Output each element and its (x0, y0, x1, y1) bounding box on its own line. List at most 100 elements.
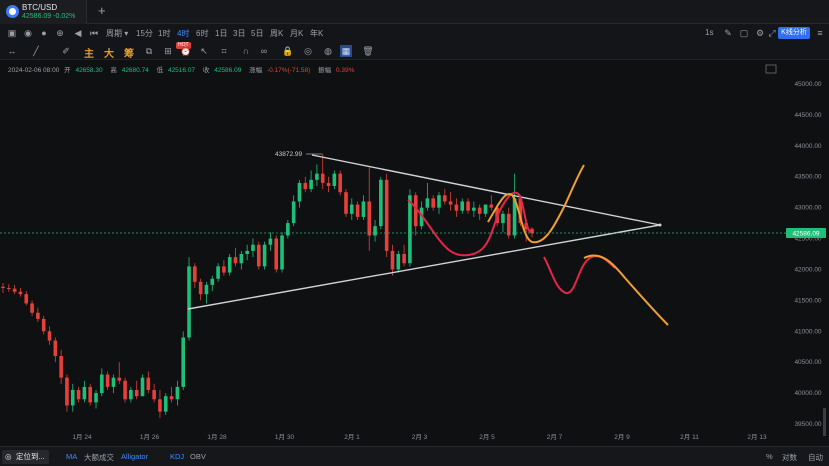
candle (326, 176, 331, 193)
candle (413, 192, 418, 236)
add-tab-button[interactable]: + (98, 3, 106, 18)
percent-toggle[interactable]: % (766, 452, 773, 461)
trash-icon[interactable]: 🗑 (362, 45, 374, 57)
interval-week[interactable]: 周K (270, 28, 283, 39)
x-tick-label: 2月 5 (479, 433, 495, 441)
candle-body (245, 250, 249, 254)
prev-icon[interactable]: ◀ (72, 27, 84, 39)
interval-5d[interactable]: 5日 (251, 28, 263, 39)
plus-circle-icon[interactable]: ⊕ (54, 27, 66, 39)
interval-4h[interactable]: 4时 (177, 28, 189, 39)
indicator-alligator[interactable]: Alligator (121, 452, 148, 461)
candle-body (105, 374, 110, 387)
fullscreen-icon[interactable]: ⤢ (766, 27, 778, 39)
interval-month[interactable]: 月K (290, 28, 303, 39)
candle (443, 189, 447, 205)
candle-body (134, 390, 139, 397)
interval-15m[interactable]: 15分 (136, 28, 153, 39)
log-toggle[interactable]: 对数 (782, 452, 797, 463)
menu-icon[interactable]: ≡ (814, 27, 826, 39)
y-tick-label: 43000.00 (794, 205, 821, 212)
lock-icon[interactable]: 🔒 (282, 45, 294, 57)
candle (448, 192, 453, 211)
coin-logo-icon (6, 5, 19, 18)
candle-body (303, 182, 308, 190)
auto-toggle[interactable]: 自动 (808, 452, 823, 463)
tab-btc-usd[interactable]: BTC/USD 42586.09 -0.02% (0, 0, 87, 24)
edit-icon[interactable]: ✎ (722, 27, 734, 39)
kline-analysis-button[interactable]: K线分析 (778, 27, 810, 39)
candle-body (123, 380, 127, 400)
camera-icon[interactable]: ▢ (738, 27, 750, 39)
brush-icon[interactable]: ✐ (60, 45, 72, 57)
compare-icon[interactable]: ⧉ (143, 45, 155, 57)
locate-button[interactable]: 定位到... (2, 450, 49, 464)
fullscreen-chart-icon (765, 64, 777, 74)
candle (76, 386, 81, 403)
candle-body (47, 331, 52, 341)
indicator-ma[interactable]: MA (66, 452, 77, 461)
candle-body (7, 288, 11, 289)
replay-icon[interactable]: ⏮ (88, 27, 100, 39)
peak-label-group: 43872.99 (275, 151, 322, 158)
eye-icon[interactable]: ◎ (302, 45, 314, 57)
layout-icon[interactable]: ▣ (6, 27, 18, 39)
ruler-icon[interactable]: ⌗ (218, 45, 230, 57)
indicator-icon[interactable]: ⊞ (162, 45, 174, 57)
toolbar-intervals: ▣ ◉ ● ⊕ ◀ ⏮ 周期 ▾ 15分 1时 4时 6时 1日 3日 5日 周… (0, 24, 829, 42)
interval-1h[interactable]: 1时 (158, 28, 170, 39)
candle (100, 368, 104, 397)
candle-body (349, 204, 354, 214)
period-dropdown[interactable]: 周期 ▾ (106, 28, 128, 39)
candle (65, 374, 69, 412)
binoculars-icon[interactable]: ∞ (258, 45, 270, 57)
candle (477, 204, 482, 220)
candle-body (117, 377, 122, 381)
interval-1d[interactable]: 1日 (215, 28, 227, 39)
trend-line-icon[interactable]: ╱ (30, 45, 42, 57)
candle (175, 380, 180, 406)
candle (59, 349, 63, 384)
interval-year[interactable]: 年K (310, 28, 323, 39)
candle (70, 383, 75, 412)
realtime-toggle[interactable]: 1s (705, 28, 713, 37)
y-tick-label: 39500.00 (794, 421, 821, 428)
candle (512, 173, 517, 239)
candle (425, 182, 430, 211)
cursor-icon[interactable]: ↖ (198, 45, 210, 57)
candle (280, 232, 284, 273)
candle (227, 254, 232, 276)
large-order-button[interactable]: 大 (104, 45, 114, 60)
candle (379, 176, 383, 230)
layers-icon[interactable]: ▦ (340, 45, 352, 57)
candle (36, 307, 40, 322)
candle-body (454, 204, 459, 211)
candle-body (65, 377, 69, 406)
candle (198, 278, 203, 301)
visibility-icon[interactable]: ◍ (322, 45, 334, 57)
x-tick-label: 2月 9 (614, 433, 630, 441)
interval-3d[interactable]: 3日 (233, 28, 245, 39)
candle (140, 374, 145, 397)
candle-body (291, 201, 296, 224)
price-chart[interactable]: 45000.00 44500.00 44000.00 43500.00 43000.00… (0, 60, 829, 446)
horizontal-line-icon[interactable]: ↔ (6, 45, 18, 57)
coin-filter-icon[interactable]: ◉ (22, 27, 34, 39)
main-indicator-button[interactable]: 主 (84, 45, 94, 60)
indicator-large-trade[interactable]: 大额成交 (84, 452, 114, 463)
indicator-kdj[interactable]: KDJ (170, 452, 184, 461)
candle-body (222, 266, 226, 273)
alert-icon[interactable]: ⏰ (180, 45, 192, 57)
settings-icon[interactable]: ⚙ (754, 27, 766, 39)
interval-6h[interactable]: 6时 (196, 28, 208, 39)
current-price-tag: 42586.09 (786, 228, 826, 238)
magnet-icon[interactable]: ∩ (240, 45, 252, 57)
bitcoin-icon[interactable]: ● (38, 27, 50, 39)
indicator-obv[interactable]: OBV (190, 452, 206, 461)
candle-body (344, 192, 348, 214)
candle (256, 241, 261, 270)
candle (169, 386, 174, 403)
chip-button[interactable]: 筹 (124, 45, 134, 60)
candle-body (158, 399, 162, 412)
x-tick-label: 2月 13 (747, 433, 767, 441)
